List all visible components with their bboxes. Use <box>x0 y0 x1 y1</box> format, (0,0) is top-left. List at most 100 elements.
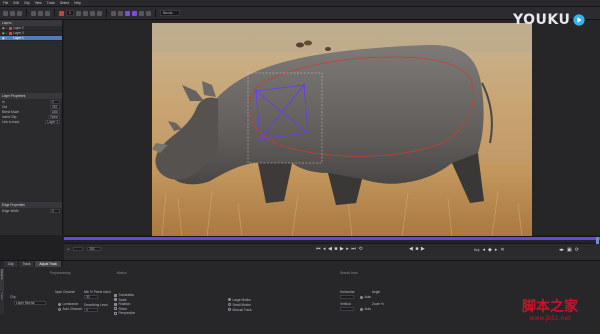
layer-color-swatch[interactable] <box>8 26 12 30</box>
visibility-icon[interactable]: ◉ <box>2 31 5 35</box>
timeline-left-controls: |◂ 251 <box>67 247 102 251</box>
layer-color-swatch[interactable] <box>8 36 12 40</box>
grid-icon[interactable] <box>117 10 123 16</box>
loop-icon[interactable]: ⟲ <box>358 246 362 252</box>
play-backward-icon[interactable]: ◀ <box>328 246 332 252</box>
prev-key-icon[interactable]: ◂ <box>483 247 486 253</box>
tab-track[interactable]: Track <box>18 261 36 267</box>
motion-option[interactable]: Perspective <box>114 311 135 316</box>
search-vertical-field[interactable] <box>340 307 354 311</box>
overlay-icon[interactable] <box>145 10 151 16</box>
side-tab-params[interactable]: Params <box>0 269 4 291</box>
playhead[interactable] <box>596 237 599 244</box>
motion-checkbox[interactable] <box>114 311 117 315</box>
surface-icon[interactable] <box>110 10 116 16</box>
add-key-icon[interactable]: ◆ <box>488 247 492 253</box>
motion-checkbox[interactable] <box>114 293 117 297</box>
auto-v-label: Auto <box>364 307 372 311</box>
step-forward-icon[interactable]: ▸ <box>346 246 349 252</box>
radio-auto-h[interactable] <box>360 295 363 299</box>
motion-type-option[interactable]: Manual Track <box>228 307 252 312</box>
radio-luminance[interactable] <box>58 302 61 306</box>
side-tab-track[interactable]: Track <box>0 292 4 314</box>
show-tracks-icon[interactable] <box>138 10 144 16</box>
refresh-icon[interactable]: ⟳ <box>575 247 579 253</box>
tab-clip[interactable]: Clip <box>4 261 19 267</box>
property-field[interactable]: 251 <box>50 104 60 109</box>
new-project-icon[interactable] <box>3 10 8 16</box>
lock-icon[interactable]: ▫ <box>6 36 7 40</box>
select-tool-icon[interactable] <box>31 10 36 16</box>
lock-icon[interactable]: ▫ <box>6 31 7 35</box>
input-option-auto[interactable]: Auto Channel <box>58 307 82 311</box>
zoom-tool-icon[interactable] <box>45 10 50 16</box>
radio-auto-v[interactable] <box>360 307 363 311</box>
clip-frame[interactable] <box>152 23 532 237</box>
radio-auto-channel[interactable] <box>58 307 61 311</box>
smoothing-field[interactable]: 0 <box>84 308 98 312</box>
motion-type-radio[interactable] <box>228 308 231 311</box>
frame-start-icon[interactable]: |◂ <box>67 247 69 251</box>
menu-clip[interactable]: Clip <box>24 1 30 5</box>
xspline-tool-icon[interactable] <box>75 10 81 16</box>
menu-file[interactable]: File <box>3 1 8 5</box>
clip-select[interactable]: Layer Mocha <box>14 301 46 305</box>
property-field[interactable]: 0 <box>50 99 60 104</box>
track-backward-icon[interactable]: ◀ <box>409 246 413 252</box>
property-field[interactable]: Layer 1 <box>45 119 60 124</box>
motion-type-radio[interactable] <box>228 298 231 301</box>
frame-start-field[interactable] <box>73 247 84 251</box>
min-pixels-field[interactable]: 30 <box>84 295 98 299</box>
step-back-icon[interactable]: ◂ <box>323 246 326 252</box>
input-option-luminance[interactable]: Luminance <box>58 302 78 306</box>
delete-key-icon[interactable]: ✕ <box>500 247 504 253</box>
menu-help[interactable]: Help <box>74 1 81 5</box>
show-layers-icon[interactable] <box>124 10 130 16</box>
frame-field[interactable]: 0 <box>66 10 74 16</box>
move-point-icon[interactable] <box>96 10 102 16</box>
key-lock-icon[interactable]: ▣ <box>567 247 572 253</box>
motion-type-radio[interactable] <box>228 303 231 306</box>
frame-current-field[interactable]: 251 <box>87 247 102 251</box>
go-start-icon[interactable]: ⏮ <box>316 246 321 252</box>
lock-icon[interactable]: ▫ <box>6 26 7 30</box>
go-end-icon[interactable]: ⏭ <box>351 246 356 252</box>
save-icon[interactable] <box>17 10 22 16</box>
visibility-icon[interactable]: ◉ <box>2 26 5 30</box>
transport-controls: ⏮ ◂ ◀ ■ ▶ ▸ ⏭ ⟲ <box>316 246 363 252</box>
motion-checkbox[interactable] <box>114 302 117 306</box>
motion-checkbox[interactable] <box>114 307 117 311</box>
bezier-tool-icon[interactable] <box>82 10 88 16</box>
open-icon[interactable] <box>10 10 15 16</box>
motion-option-label: Scale <box>118 297 127 302</box>
motion-type-option[interactable]: Small Motion <box>228 302 252 307</box>
timeline-ruler[interactable] <box>64 237 600 244</box>
menu-select[interactable]: Select <box>60 1 69 5</box>
view-mode-select[interactable]: Mocha <box>159 10 180 16</box>
show-splines-icon[interactable] <box>131 10 137 16</box>
menu-track[interactable]: Track <box>47 1 55 5</box>
visibility-icon[interactable]: ◉ <box>2 36 5 40</box>
motion-type-option[interactable]: Large Motion <box>228 297 252 302</box>
menu-view[interactable]: View <box>35 1 42 5</box>
hand-tool-icon[interactable] <box>38 10 43 16</box>
stop-icon[interactable]: ■ <box>334 246 337 252</box>
edge-width-field[interactable]: 0 <box>50 208 60 213</box>
layer-color-swatch[interactable] <box>8 31 12 35</box>
property-field[interactable]: Add <box>50 109 60 114</box>
play-forward-icon[interactable]: ▶ <box>340 246 344 252</box>
min-pixels-value: 30 <box>86 295 90 299</box>
track-forward-icon[interactable]: ▶ <box>421 246 425 252</box>
next-key-icon[interactable]: ▸ <box>495 247 498 253</box>
menu-edit[interactable]: Edit <box>13 1 19 5</box>
search-auto-h[interactable]: Auto <box>360 295 371 299</box>
search-horizontal-field[interactable] <box>340 295 354 299</box>
zoom-timeline-icon[interactable]: ◂▸ <box>559 247 564 253</box>
search-auto-v[interactable]: Auto <box>360 307 371 311</box>
track-stop-icon[interactable]: ■ <box>415 246 418 252</box>
tab-adjust-track[interactable]: Adjust Track <box>35 261 62 267</box>
motion-checkbox[interactable] <box>114 298 117 302</box>
record-icon[interactable] <box>59 10 64 16</box>
property-field[interactable]: None <box>48 114 60 119</box>
add-point-icon[interactable] <box>89 10 95 16</box>
